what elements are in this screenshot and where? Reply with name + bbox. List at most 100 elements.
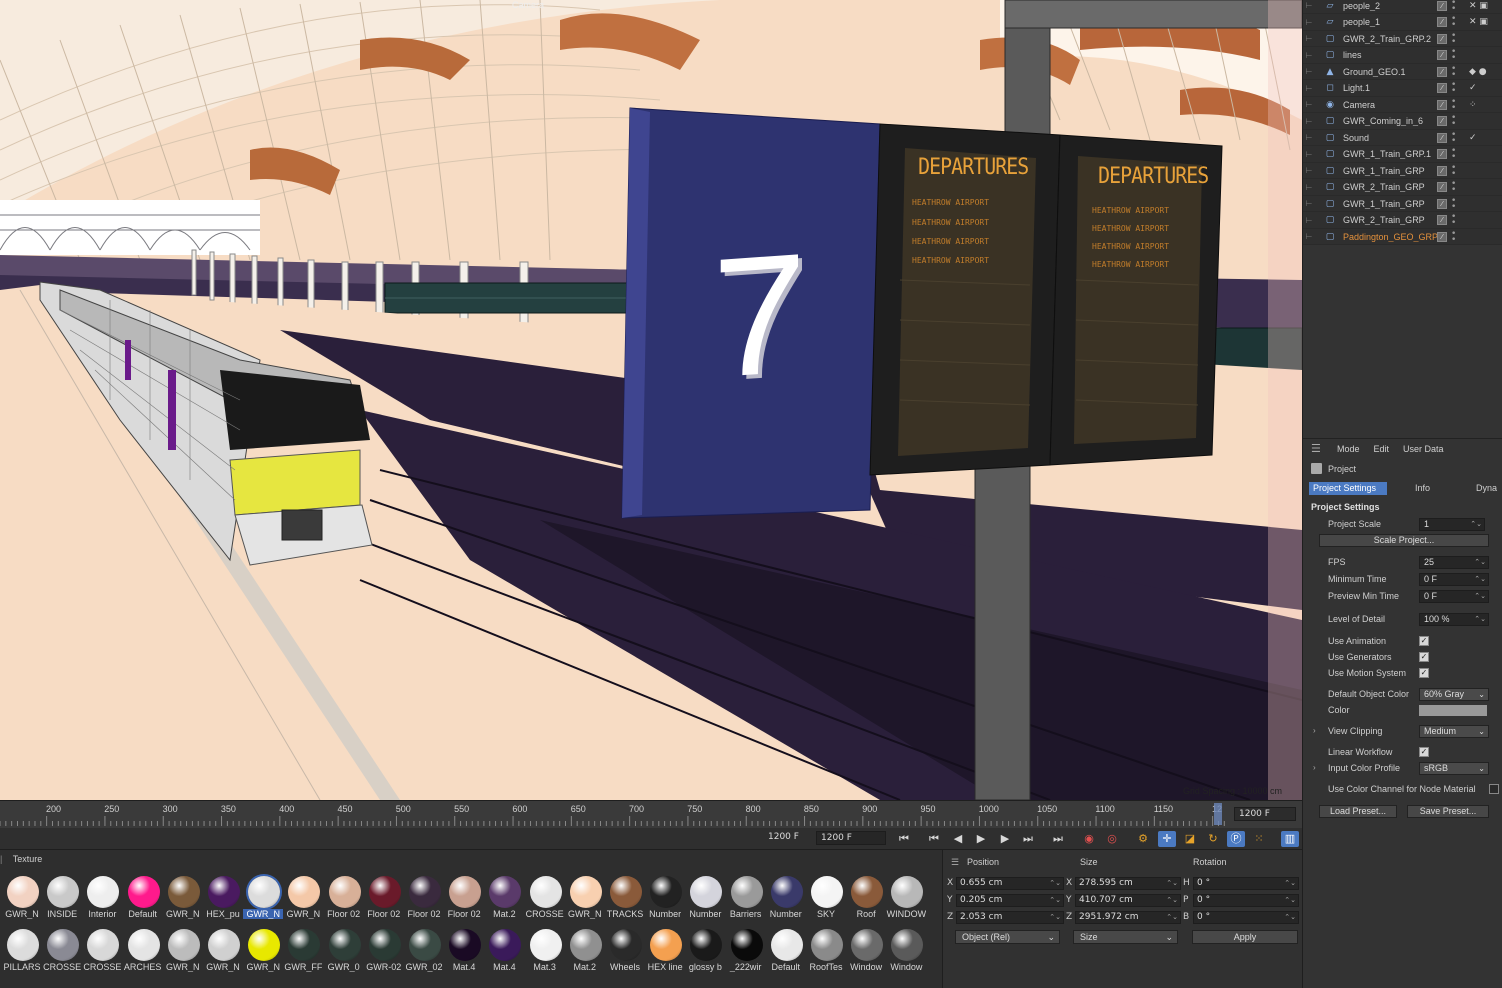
object-name[interactable]: people_1 <box>1343 17 1443 27</box>
material-swatch[interactable]: GWR_N <box>283 874 323 924</box>
record-icon[interactable]: ◉ <box>1080 831 1098 847</box>
tree-branch-icon[interactable]: ⊢ <box>1303 100 1315 109</box>
menu-texture[interactable]: Texture <box>13 854 43 864</box>
layer-icon[interactable]: ⁄ <box>1437 50 1447 60</box>
object-row[interactable]: ⊢ ▢ GWR_Coming_in_6 ⁄ • • <box>1303 114 1502 130</box>
go-to-end-icon[interactable]: ⏭ <box>1049 831 1067 847</box>
visibility-dots-icon[interactable]: • • <box>1451 81 1456 96</box>
position-key-icon[interactable]: ✛ <box>1158 831 1176 847</box>
playhead[interactable] <box>1214 803 1222 825</box>
material-swatch[interactable]: Floor 02 <box>364 874 404 924</box>
scale-key-icon[interactable]: ◪ <box>1181 831 1199 847</box>
scale-project-button[interactable]: Scale Project... <box>1319 534 1489 547</box>
project-scale-field[interactable]: 1 ⌃⌄ <box>1419 518 1485 531</box>
tag-icon[interactable]: ✕ ▣ <box>1469 17 1488 27</box>
tag-icon[interactable]: ✓ <box>1469 133 1477 143</box>
material-swatch[interactable]: Window <box>886 927 926 977</box>
tab-info[interactable]: Info <box>1411 482 1434 495</box>
layer-icon[interactable]: ⁄ <box>1437 198 1447 209</box>
object-row[interactable]: ⊢ ▢ Paddington_GEO_GRP ⁄ • • <box>1303 229 1502 245</box>
object-row[interactable]: ⊢ ▱ people_1 ⁄ • • ✕ ▣ <box>1303 15 1502 31</box>
step-forward-icon[interactable]: ▶ <box>996 831 1014 847</box>
material-swatch[interactable]: CROSSE <box>82 927 122 977</box>
material-swatch[interactable]: Mat.2 <box>565 927 605 977</box>
material-swatch[interactable]: _222wir <box>726 927 766 977</box>
keyframe-selection-icon[interactable]: ⚙ <box>1134 831 1152 847</box>
timeline-ruler[interactable]: 200 250 300 350 400 450 500 550 600 650 700 750 800 8… <box>0 800 1302 828</box>
object-row[interactable]: ⊢ ▱ people_2 ⁄ • • ✕ ▣ <box>1303 0 1502 14</box>
object-row[interactable]: ⊢ ▢ GWR_1_Train_GRP ⁄ • • <box>1303 163 1502 179</box>
visibility-dots-icon[interactable]: • • <box>1451 15 1456 30</box>
object-row[interactable]: ⊢ ▢ Sound ⁄ • • ✓ <box>1303 130 1502 146</box>
object-name[interactable]: GWR_1_Train_GRP <box>1343 166 1443 176</box>
step-back-icon[interactable]: ◀ <box>949 831 967 847</box>
object-name[interactable]: Paddington_GEO_GRP <box>1343 232 1443 242</box>
object-row[interactable]: ⊢ ◻ Light.1 ⁄ • • ✓ <box>1303 81 1502 97</box>
material-swatch[interactable]: HEX_pu <box>203 874 243 924</box>
rotation-p-field[interactable]: 0 ° ⌃⌄ <box>1193 894 1299 907</box>
object-row[interactable]: ⊢ ▢ GWR_1_Train_GRP.1 ⁄ • • <box>1303 147 1502 163</box>
size-z-field[interactable]: 2951.972 cm ⌃⌄ <box>1075 911 1181 924</box>
material-swatch[interactable]: TRACKS <box>605 874 645 924</box>
coordinate-mode-dropdown[interactable]: Object (Rel) ⌄ <box>955 930 1060 944</box>
object-name[interactable]: Ground_GEO.1 <box>1343 67 1443 77</box>
material-swatch[interactable]: GWR_02 <box>404 927 444 977</box>
object-name[interactable]: GWR_2_Train_GRP.2 <box>1343 34 1443 44</box>
position-z-field[interactable]: 2.053 cm ⌃⌄ <box>956 911 1064 924</box>
visibility-dots-icon[interactable]: • • <box>1451 147 1456 162</box>
color-swatch[interactable] <box>1419 705 1487 716</box>
menu-icon[interactable]: ☰ <box>1311 442 1325 455</box>
layer-icon[interactable]: ⁄ <box>1437 83 1447 93</box>
visibility-dots-icon[interactable]: • • <box>1451 229 1456 244</box>
material-swatch[interactable]: CROSSE <box>42 927 82 977</box>
chevron-right-icon[interactable]: › <box>1313 763 1316 772</box>
tree-branch-icon[interactable]: ⊢ <box>1303 117 1315 126</box>
material-swatch[interactable]: Roof <box>846 874 886 924</box>
layer-icon[interactable]: ⁄ <box>1437 132 1447 143</box>
go-to-start-icon[interactable]: ⏮ <box>895 831 913 847</box>
layer-icon[interactable]: ⁄ <box>1437 165 1447 176</box>
material-swatch[interactable]: GWR_N <box>163 874 203 924</box>
point-level-icon[interactable]: ⁙ <box>1250 831 1268 847</box>
object-row[interactable]: ⊢ ▲ Ground_GEO.1 ⁄ • • ◆ ● <box>1303 64 1502 80</box>
current-frame-field[interactable]: 1200 F <box>816 831 886 845</box>
menu-mode[interactable]: Mode <box>1337 444 1360 454</box>
rotation-b-field[interactable]: 0 ° ⌃⌄ <box>1193 911 1299 924</box>
material-swatch[interactable]: GWR_N <box>243 927 283 977</box>
layer-icon[interactable]: ⁄ <box>1437 116 1447 126</box>
tag-icon[interactable]: ✓ <box>1469 83 1477 93</box>
size-x-field[interactable]: 278.595 cm ⌃⌄ <box>1075 877 1181 890</box>
play-icon[interactable]: ▶ <box>972 831 990 847</box>
object-name[interactable]: GWR_1_Train_GRP <box>1343 199 1443 209</box>
layer-icon[interactable]: ⁄ <box>1437 0 1447 11</box>
object-name[interactable]: Light.1 <box>1343 83 1443 93</box>
minimum-time-field[interactable]: 0 F ⌃⌄ <box>1419 573 1489 586</box>
apply-button[interactable]: Apply <box>1192 930 1298 944</box>
object-name[interactable]: GWR_2_Train_GRP <box>1343 182 1443 192</box>
visibility-dots-icon[interactable]: • • <box>1451 64 1456 79</box>
object-name[interactable]: people_2 <box>1343 1 1443 11</box>
3d-viewport[interactable]: 7 DEPARTURES DEPARTURES HEATHROW AIRPORT… <box>0 0 1302 800</box>
use-motion-system-checkbox[interactable]: ✓ <box>1419 668 1429 678</box>
input-color-profile-dropdown[interactable]: sRGB ⌄ <box>1419 762 1489 775</box>
tree-branch-icon[interactable]: ⊢ <box>1303 133 1315 142</box>
object-name[interactable]: lines <box>1343 50 1443 60</box>
use-color-channel-checkbox[interactable] <box>1489 784 1499 794</box>
visibility-dots-icon[interactable]: • • <box>1451 31 1456 46</box>
material-swatch[interactable]: GWR_N <box>243 874 284 924</box>
autokey-icon[interactable]: ◎ <box>1103 831 1121 847</box>
material-swatch[interactable]: SKY <box>806 874 846 924</box>
tree-branch-icon[interactable]: ⊢ <box>1303 51 1315 60</box>
material-swatch[interactable]: ARCHES <box>123 927 163 977</box>
visibility-dots-icon[interactable]: • • <box>1451 97 1456 112</box>
visibility-dots-icon[interactable]: • • <box>1451 114 1456 129</box>
material-swatch[interactable]: Number <box>766 874 806 924</box>
material-swatch[interactable]: RoofTes <box>806 927 846 977</box>
material-swatch[interactable]: Mat.4 <box>444 927 484 977</box>
material-swatch[interactable]: GWR_FF <box>283 927 323 977</box>
layer-icon[interactable]: ⁄ <box>1437 149 1447 159</box>
layer-icon[interactable]: ⁄ <box>1437 182 1447 192</box>
object-row[interactable]: ⊢ ◉ Camera ⁄ • • ⁘ <box>1303 97 1502 113</box>
tree-branch-icon[interactable]: ⊢ <box>1303 232 1315 241</box>
material-swatch[interactable]: Barriers <box>726 874 766 924</box>
